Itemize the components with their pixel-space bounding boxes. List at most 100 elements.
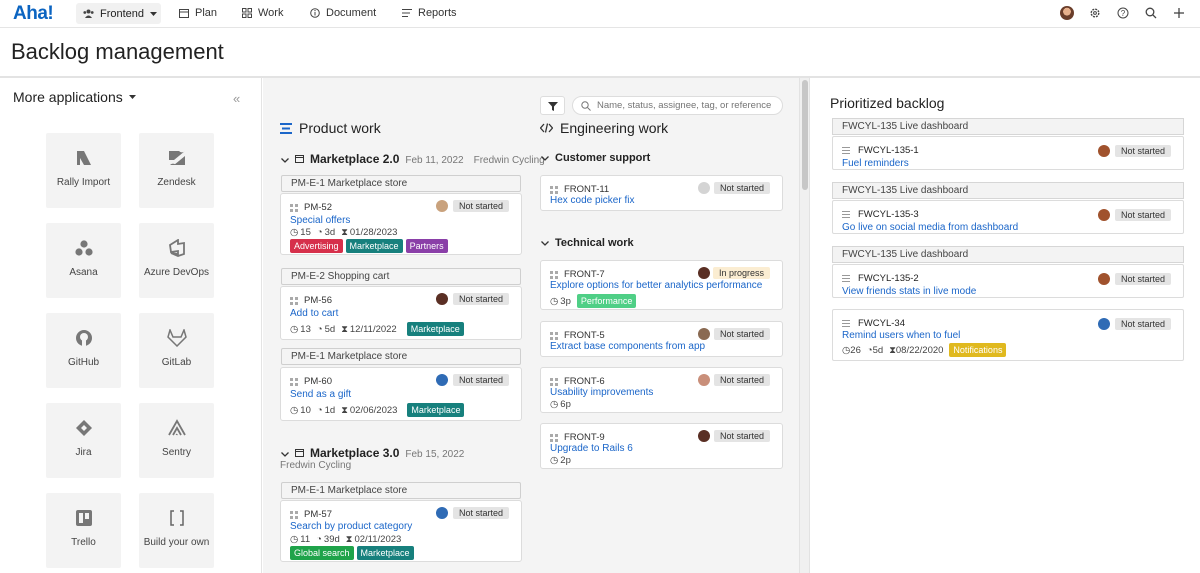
nav-reports[interactable]: Reports: [402, 7, 457, 19]
status-badge[interactable]: Not started: [713, 182, 770, 194]
requirement-card[interactable]: FRONT-6 Not started Usability improvemen…: [540, 367, 783, 413]
card-title[interactable]: Extract base components from app: [550, 341, 705, 352]
search-box[interactable]: [572, 96, 783, 115]
card-title[interactable]: Fuel reminders: [842, 158, 909, 169]
workspace-selector[interactable]: Frontend: [76, 3, 161, 24]
epic-label[interactable]: FWCYL-135 Live dashboard: [832, 118, 1184, 135]
drag-handle-icon[interactable]: [550, 433, 558, 442]
customer-support-heading[interactable]: Customer support: [541, 152, 650, 164]
card-title[interactable]: Send as a gift: [290, 389, 351, 400]
app-tile-trello[interactable]: Trello: [46, 493, 121, 568]
release-marketplace-2[interactable]: Marketplace 2.0 Feb 11, 2022 Fredwin Cyc…: [281, 152, 545, 166]
status-badge[interactable]: Not started: [1114, 209, 1171, 221]
app-tile-azure-devops[interactable]: Azure DevOps: [139, 223, 214, 298]
card-title[interactable]: Upgrade to Rails 6: [550, 443, 633, 454]
tag[interactable]: Marketplace: [356, 546, 414, 560]
drag-handle-icon[interactable]: [550, 270, 558, 279]
epic-label[interactable]: PM-E-1 Marketplace store: [281, 348, 521, 365]
requirement-card[interactable]: FRONT-11 Not started Hex code picker fix: [540, 175, 783, 211]
status-badge[interactable]: Not started: [1114, 145, 1171, 157]
tag[interactable]: Advertising: [290, 239, 343, 253]
status-badge[interactable]: Not started: [452, 374, 509, 386]
aha-logo[interactable]: Aha!: [13, 3, 54, 25]
status-badge[interactable]: Not started: [713, 328, 770, 340]
drag-handle-icon[interactable]: [550, 331, 558, 340]
status-badge[interactable]: In progress: [712, 267, 770, 279]
drag-handle-icon[interactable]: [290, 510, 298, 519]
status-badge[interactable]: Not started: [713, 374, 770, 386]
epic-label[interactable]: PM-E-2 Shopping cart: [281, 268, 521, 285]
requirement-card[interactable]: FRONT-7 In progress Explore options for …: [540, 260, 783, 310]
tag[interactable]: Marketplace: [345, 239, 403, 253]
app-tile-github[interactable]: GitHub: [46, 313, 121, 388]
feature-card[interactable]: PM-56 Not started Add to cart ◷ 13 ◔ 5d ⧗ 1…: [280, 286, 522, 340]
app-tile-rally-import[interactable]: Rally Import: [46, 133, 121, 208]
tag[interactable]: Partners: [405, 239, 448, 253]
help-icon[interactable]: ?: [1116, 6, 1130, 20]
drag-handle-icon[interactable]: [550, 185, 558, 194]
feature-card[interactable]: PM-57 Not started Search by product cate…: [280, 500, 522, 562]
backlog-card[interactable]: FWCYL-34 Not started Remind users when t…: [832, 309, 1184, 361]
app-tile-build-your-own[interactable]: Build your own: [139, 493, 214, 568]
status-badge[interactable]: Not started: [713, 430, 770, 442]
app-tile-jira[interactable]: Jira: [46, 403, 121, 478]
backlog-card[interactable]: FWCYL-135-3 Not started Go live on socia…: [832, 200, 1184, 234]
drag-handle-icon[interactable]: [290, 296, 298, 305]
card-title[interactable]: Search by product category: [290, 521, 412, 532]
search-icon[interactable]: [1144, 6, 1158, 20]
status-badge[interactable]: Not started: [1114, 273, 1171, 285]
status-badge[interactable]: Not started: [452, 200, 509, 212]
nav-work[interactable]: Work: [242, 7, 283, 19]
card-title[interactable]: Usability improvements: [550, 387, 653, 398]
requirement-card[interactable]: FRONT-5 Not started Extract base compone…: [540, 321, 783, 357]
epic-label[interactable]: PM-E-1 Marketplace store: [281, 175, 521, 192]
drag-handle-icon[interactable]: [550, 377, 558, 386]
card-title[interactable]: Go live on social media from dashboard: [842, 222, 1018, 233]
card-ref-text: FRONT-7: [564, 269, 605, 280]
tag[interactable]: Marketplace: [407, 403, 465, 417]
backlog-card[interactable]: FWCYL-135-1 Not started Fuel reminders: [832, 136, 1184, 170]
epic-label[interactable]: FWCYL-135 Live dashboard: [832, 182, 1184, 199]
app-tile-gitlab[interactable]: GitLab: [139, 313, 214, 388]
tag[interactable]: Performance: [576, 294, 637, 308]
card-title[interactable]: Special offers: [290, 215, 350, 226]
score-meta: ◷ 15: [290, 227, 311, 238]
board-scrollbar[interactable]: [799, 78, 810, 573]
epic-label[interactable]: PM-E-1 Marketplace store: [281, 482, 521, 499]
user-avatar[interactable]: [1060, 6, 1074, 20]
release-owner: Fredwin Cycling: [280, 460, 352, 471]
requirement-card[interactable]: FRONT-9 Not started Upgrade to Rails 6 ◷…: [540, 423, 783, 469]
app-tile-sentry[interactable]: Sentry: [139, 403, 214, 478]
card-title[interactable]: Hex code picker fix: [550, 195, 634, 206]
card-title[interactable]: Add to cart: [290, 308, 338, 319]
release-marketplace-3[interactable]: Marketplace 3.0 Feb 15, 2022: [281, 446, 464, 460]
app-tile-asana[interactable]: Asana: [46, 223, 121, 298]
card-title[interactable]: View friends stats in live mode: [842, 286, 976, 297]
points-meta: ◷ 6p: [550, 399, 571, 410]
status-badge[interactable]: Not started: [1114, 318, 1171, 330]
epic-label[interactable]: FWCYL-135 Live dashboard: [832, 246, 1184, 263]
card-title[interactable]: Explore options for better analytics per…: [550, 280, 762, 291]
filter-button[interactable]: [540, 96, 565, 115]
drag-handle-icon[interactable]: [290, 377, 298, 386]
more-applications-dropdown[interactable]: More applications: [13, 89, 136, 105]
technical-work-heading[interactable]: Technical work: [541, 237, 634, 249]
backlog-card[interactable]: FWCYL-135-2 Not started View friends sta…: [832, 264, 1184, 298]
card-title[interactable]: Remind users when to fuel: [842, 330, 960, 341]
collapse-panel-icon[interactable]: «: [233, 91, 240, 106]
scrollbar-thumb[interactable]: [802, 80, 808, 190]
status-badge[interactable]: Not started: [452, 293, 509, 305]
tag[interactable]: Notifications: [949, 343, 1007, 357]
nav-plan[interactable]: Plan: [179, 7, 217, 19]
tag[interactable]: Marketplace: [406, 322, 464, 336]
tag[interactable]: Global search: [290, 546, 354, 560]
gear-icon[interactable]: [1088, 6, 1102, 20]
feature-card[interactable]: PM-52 Not started Special offers ◷ 15 ◔ 3d…: [280, 193, 522, 255]
drag-handle-icon[interactable]: [290, 203, 298, 212]
search-input[interactable]: [597, 100, 777, 111]
feature-card[interactable]: PM-60 Not started Send as a gift ◷ 10 ◔ 1d…: [280, 367, 522, 421]
nav-document[interactable]: Document: [310, 7, 376, 19]
app-tile-zendesk[interactable]: Zendesk: [139, 133, 214, 208]
add-icon[interactable]: [1172, 6, 1186, 20]
status-badge[interactable]: Not started: [452, 507, 509, 519]
